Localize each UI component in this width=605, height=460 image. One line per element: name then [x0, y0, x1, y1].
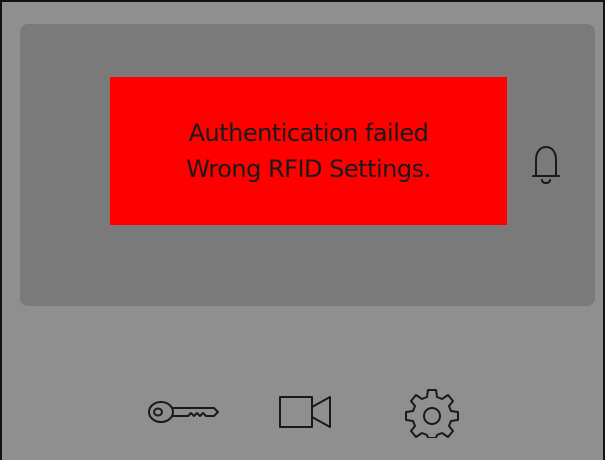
gear-icon[interactable] [402, 386, 462, 438]
video-camera-icon[interactable] [276, 392, 336, 432]
key-icon[interactable] [146, 394, 220, 430]
alert-message-box: Authentication failed Wrong RFID Setting… [110, 77, 507, 225]
intercom-device: Authentication failed Wrong RFID Setting… [0, 0, 605, 460]
bell-icon[interactable] [528, 140, 564, 192]
alert-detail: Wrong RFID Settings. [186, 155, 431, 183]
alert-title: Authentication failed [188, 119, 429, 147]
